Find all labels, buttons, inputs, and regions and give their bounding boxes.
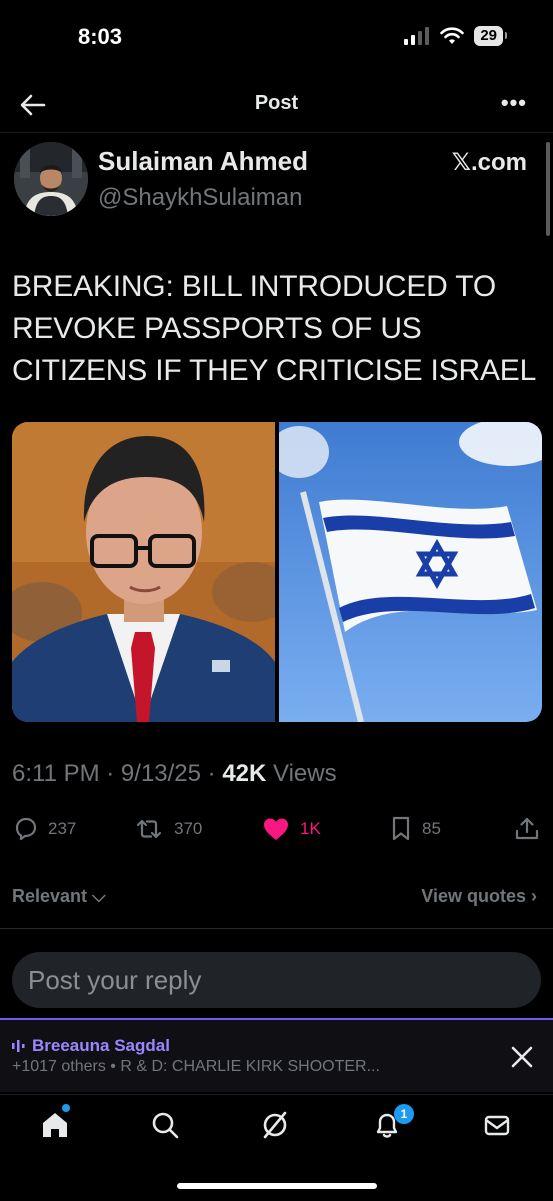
- header-divider: [0, 132, 553, 133]
- share-icon: [515, 817, 539, 840]
- post-meta: 6:11 PM · 9/13/25 · 42K Views: [12, 760, 337, 788]
- view-quotes-label: View quotes: [421, 886, 526, 906]
- views-count: 42K: [222, 760, 267, 787]
- scroll-indicator: [546, 142, 550, 236]
- space-subtitle: +1017 others • R & D: CHARLIE KIRK SHOOT…: [12, 1058, 380, 1075]
- reply-button[interactable]: 237: [12, 816, 76, 842]
- space-host-name: Breeauna Sagdal: [32, 1036, 170, 1055]
- wifi-icon: [440, 27, 465, 44]
- close-icon: [511, 1046, 533, 1068]
- grok-icon: [263, 1111, 287, 1139]
- search-icon: [152, 1112, 179, 1139]
- author-handle[interactable]: @ShaykhSulaiman: [98, 184, 302, 212]
- bookmark-icon: [392, 816, 410, 841]
- repost-button[interactable]: 370: [134, 816, 202, 842]
- tab-home[interactable]: [38, 1108, 72, 1142]
- views-label: Views: [266, 760, 337, 787]
- like-button[interactable]: 1K: [262, 816, 321, 842]
- tab-messages[interactable]: [480, 1108, 514, 1142]
- sort-label: Relevant: [12, 886, 88, 906]
- audio-wave-icon: [12, 1040, 25, 1052]
- battery-indicator: 29: [474, 26, 507, 46]
- home-unread-dot: [62, 1104, 70, 1112]
- portrait-photo[interactable]: [12, 422, 275, 722]
- reply-input[interactable]: Post your reply: [12, 952, 541, 1008]
- view-quotes-link[interactable]: View quotes ›: [421, 886, 537, 907]
- author-name[interactable]: Sulaiman Ahmed: [98, 146, 308, 177]
- chevron-right-icon: ›: [526, 886, 537, 906]
- sort-relevant-dropdown[interactable]: Relevant ⌵: [12, 886, 106, 907]
- status-time: 8:03: [78, 24, 123, 49]
- section-divider: [0, 928, 553, 929]
- tab-grok[interactable]: [258, 1108, 292, 1142]
- tab-search[interactable]: [148, 1108, 182, 1142]
- notifications-badge: 1: [394, 1104, 414, 1124]
- reply-count: 237: [48, 819, 77, 838]
- reply-icon: [15, 817, 37, 841]
- cellular-signal-icon: [404, 27, 430, 45]
- like-count: 1K: [300, 819, 321, 838]
- page-title: Post: [254, 92, 299, 114]
- bookmark-button[interactable]: 85: [390, 816, 441, 842]
- avatar-image: [14, 142, 88, 216]
- post-text: BREAKING: BILL INTRODUCED TO REVOKE PASS…: [12, 270, 537, 387]
- share-button[interactable]: [514, 816, 540, 842]
- action-bar: 237 370 1K 85: [0, 816, 553, 846]
- post-media[interactable]: [12, 422, 542, 722]
- more-options-button[interactable]: •••: [501, 90, 527, 116]
- mail-icon: [484, 1115, 510, 1136]
- heart-icon: [264, 818, 288, 840]
- author-avatar[interactable]: [14, 142, 88, 216]
- repost-icon: [136, 819, 162, 839]
- post-timestamp: 6:11 PM · 9/13/25 ·: [12, 760, 223, 787]
- close-space-button[interactable]: [509, 1044, 535, 1075]
- reply-placeholder: Post your reply: [28, 964, 202, 995]
- chevron-down-icon: ⌵: [87, 886, 106, 906]
- israel-flag-photo[interactable]: [279, 422, 542, 722]
- repost-count: 370: [174, 819, 203, 838]
- status-icons: 29: [404, 26, 507, 46]
- bookmark-count: 85: [422, 819, 441, 838]
- space-host[interactable]: Breeauna Sagdal: [12, 1036, 170, 1056]
- home-icon: [43, 1113, 67, 1137]
- source-domain[interactable]: 𝕏.com: [452, 148, 527, 177]
- home-indicator: [177, 1183, 377, 1189]
